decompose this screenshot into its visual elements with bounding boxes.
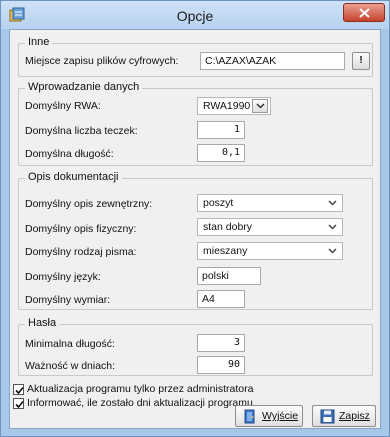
rwa-value: RWA1990	[203, 100, 251, 112]
group-hasla: Hasła Minimalna długość: 3 Ważność w dni…	[18, 317, 373, 376]
save-button[interactable]: Zapisz	[312, 405, 376, 427]
path-label: Miejsce zapisu plików cyfrowych:	[25, 55, 179, 67]
title-bar[interactable]: Opcje	[1, 1, 389, 29]
check-icon	[15, 386, 24, 395]
group-opis: Opis dokumentacji Domyślny opis zewnętrz…	[18, 171, 373, 310]
exit-button-label: Wyjście	[262, 410, 299, 422]
min-input[interactable]: 3	[197, 334, 245, 352]
exit-door-icon	[244, 409, 255, 424]
teczki-input[interactable]: 1	[197, 121, 245, 139]
floppy-disk-icon	[320, 409, 335, 424]
dlugosc-input[interactable]: 0,1	[197, 144, 245, 162]
path-input[interactable]: C:\AZAX\AZAK	[200, 52, 345, 70]
group-wprowadzanie: Wprowadzanie danych Domyślny RWA: RWA199…	[18, 81, 373, 166]
save-button-label: Zapisz	[339, 410, 370, 422]
exit-button[interactable]: Wyjście	[235, 405, 303, 427]
rodzaj-value: mieszany	[203, 245, 248, 257]
zewn-select[interactable]: poszyt	[197, 194, 343, 212]
jezyk-input[interactable]: polski	[197, 267, 261, 285]
fiz-value: stan dobry	[203, 221, 253, 233]
rwa-select[interactable]: RWA1990	[197, 97, 271, 115]
group-wprowadzanie-legend: Wprowadzanie danych	[25, 81, 143, 93]
jezyk-label: Domyślny język:	[25, 271, 101, 283]
admin-update-checkbox[interactable]	[13, 384, 24, 395]
dlugosc-label: Domyślna długość:	[25, 148, 114, 160]
admin-update-label[interactable]: Aktualizacja programu tylko przez admini…	[27, 383, 253, 395]
zewn-value: poszyt	[203, 197, 234, 209]
fiz-select[interactable]: stan dobry	[197, 218, 343, 236]
rodzaj-label: Domyślny rodzaj pisma:	[25, 246, 137, 258]
zewn-label: Domyślny opis zewnętrzny:	[25, 198, 153, 210]
wymiar-label: Domyślny wymiar:	[25, 294, 111, 306]
rwa-dropdown-button[interactable]	[252, 99, 268, 113]
teczki-label: Domyślna liczba teczek:	[25, 125, 138, 137]
group-opis-legend: Opis dokumentacji	[25, 171, 122, 183]
inform-days-label[interactable]: Informować, ile zostało dni aktualizacji…	[27, 397, 253, 409]
chevron-down-icon	[328, 200, 337, 206]
chevron-down-icon	[256, 103, 265, 109]
close-icon	[359, 8, 370, 18]
dialog-body: Inne Miejsce zapisu plików cyfrowych: C:…	[9, 29, 381, 429]
group-hasla-legend: Hasła	[25, 317, 60, 329]
options-window: Opcje Inne Miejsce zapisu plików cyfrowy…	[0, 0, 390, 437]
group-inne-legend: Inne	[25, 36, 53, 48]
window-title: Opcje	[176, 8, 214, 24]
waznosc-input[interactable]: 90	[197, 356, 245, 374]
chevron-down-icon	[328, 248, 337, 254]
rodzaj-select[interactable]: mieszany	[197, 242, 343, 260]
fiz-label: Domyślny opis fizyczny:	[25, 223, 137, 235]
check-icon	[15, 400, 24, 409]
wymiar-input[interactable]: A4	[197, 290, 245, 308]
close-button[interactable]	[343, 3, 385, 22]
chevron-down-icon	[328, 224, 337, 230]
min-label: Minimalna długość:	[25, 338, 115, 350]
waznosc-label: Ważność w dniach:	[25, 360, 116, 372]
rwa-label: Domyślny RWA:	[25, 100, 101, 112]
inform-days-checkbox[interactable]	[13, 398, 24, 409]
browse-button[interactable]: !	[352, 52, 370, 70]
group-inne: Inne Miejsce zapisu plików cyfrowych: C:…	[18, 36, 373, 77]
